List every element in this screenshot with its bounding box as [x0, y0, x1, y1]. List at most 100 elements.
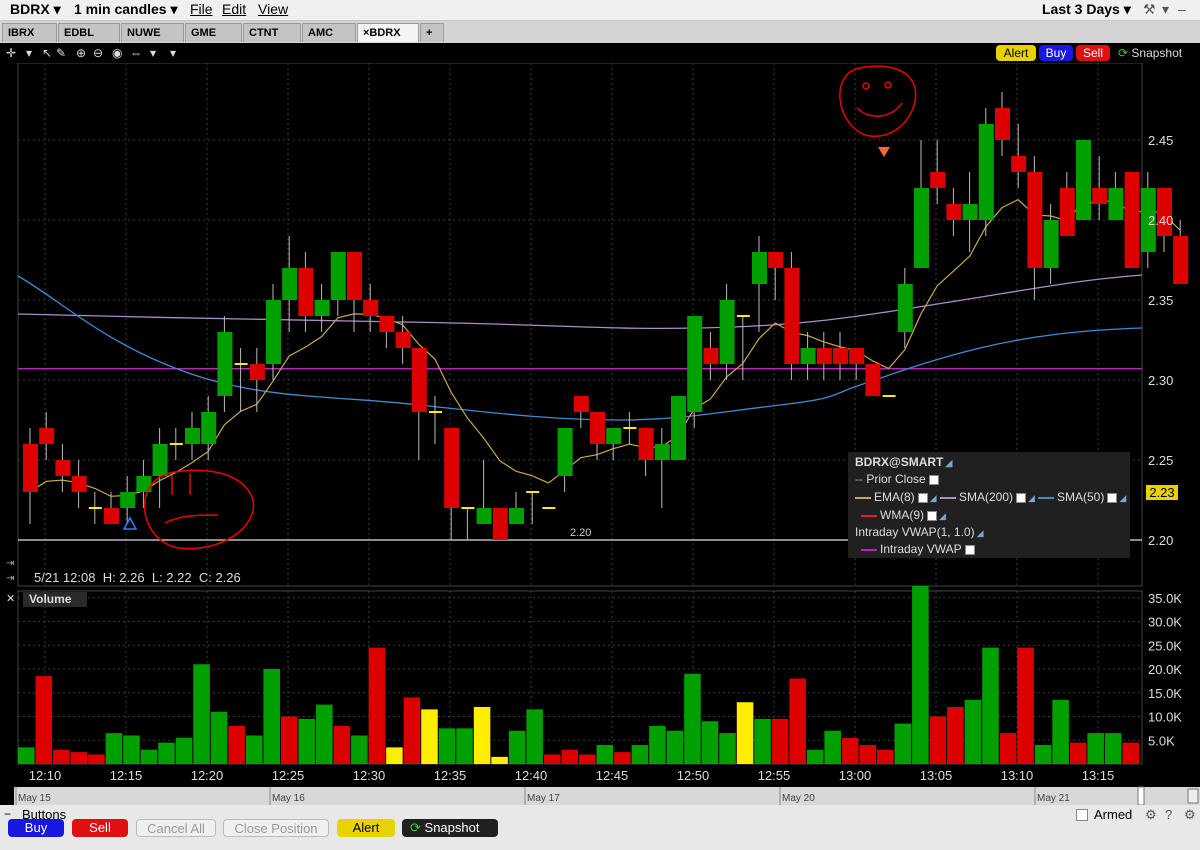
globe-icon[interactable]: ◉ — [112, 46, 122, 60]
pin-icon[interactable]: ⇥ — [6, 573, 14, 584]
close-icon[interactable]: ✕ — [6, 592, 15, 605]
menu-view[interactable]: View — [258, 1, 288, 17]
candle-body — [347, 252, 362, 300]
volume-bar — [123, 735, 140, 764]
volume-bar — [824, 730, 841, 764]
x-tick-label: 13:10 — [1001, 768, 1034, 783]
candle-body — [23, 444, 38, 492]
candle-body — [978, 124, 994, 220]
candle-body — [444, 428, 460, 508]
chevron-down-icon[interactable]: ▾ — [1162, 1, 1169, 18]
tab-edbl[interactable]: EDBL — [58, 23, 120, 42]
refresh-icon: ⟳ — [410, 820, 421, 835]
candle-body — [1173, 236, 1189, 284]
crosshair-icon[interactable]: ✛ — [6, 46, 16, 60]
bottom-alert-button[interactable]: Alert — [337, 819, 395, 837]
pin-icon[interactable]: ◢ — [945, 458, 952, 468]
settings-icon[interactable]: ⚙ — [1145, 807, 1157, 823]
candle-body — [800, 348, 816, 364]
armed-checkbox[interactable] — [1076, 809, 1088, 821]
tab-nuwe[interactable]: NUWE — [121, 23, 184, 42]
buy-button[interactable]: Buy — [1039, 45, 1073, 61]
candle-body — [719, 300, 735, 364]
tab-gme[interactable]: GME — [185, 23, 242, 42]
volume-bar — [245, 735, 263, 764]
pin-icon[interactable]: ⇥ — [6, 558, 14, 569]
volume-bar — [70, 752, 88, 764]
range-selector[interactable]: Last 3 Days ▾ — [1042, 1, 1131, 18]
candle-body — [995, 108, 1010, 140]
candle-body — [1092, 188, 1108, 204]
snapshot-button[interactable]: ⟳ Snapshot — [1118, 45, 1198, 61]
sell-arrow-marker — [878, 147, 890, 157]
pencil-icon[interactable]: ✎ — [56, 46, 66, 60]
checkbox[interactable] — [928, 474, 939, 485]
legend-sma50: SMA(50) ◢ — [1038, 490, 1126, 504]
zoom-in-icon[interactable]: ⊕ — [76, 46, 86, 60]
volume-bar — [508, 730, 526, 764]
bottom-buy-button[interactable]: Buy — [8, 819, 64, 837]
volume-bar — [999, 733, 1017, 764]
pin-icon[interactable]: ◢ — [977, 528, 984, 538]
candle-body — [71, 476, 87, 492]
gear-icon[interactable]: ⚙ — [1184, 807, 1196, 823]
legend-vwap-group-label: Intraday VWAP(1, 1.0) — [855, 525, 975, 539]
checkbox[interactable] — [1107, 492, 1118, 503]
candle-doji — [429, 411, 442, 413]
alert-button[interactable]: Alert — [996, 45, 1036, 61]
menu-file[interactable]: File — [190, 1, 213, 17]
interval-selector[interactable]: 1 min candles ▾ — [74, 1, 178, 18]
fit-width-icon[interactable]: ⇔ — [130, 46, 142, 60]
tab-ctnt[interactable]: CTNT — [243, 23, 301, 42]
vwap-swatch — [861, 548, 877, 551]
pin-icon[interactable]: ◢ — [939, 511, 946, 521]
chevron-down-icon[interactable]: ▾ — [26, 46, 32, 60]
volume-bar — [105, 733, 123, 764]
chevron-down-icon[interactable]: ▾ — [170, 46, 176, 60]
zoom-out-icon[interactable]: ⊖ — [93, 46, 103, 60]
volume-bar — [666, 730, 684, 764]
price-chart[interactable]: 2.20 12:10 12:15 12:20 12:25 12:30 12:35 12:40… — [0, 63, 1200, 805]
menu-edit[interactable]: Edit — [222, 1, 246, 17]
y-tick-label: 2.25 — [1148, 453, 1173, 468]
volume-bar — [368, 647, 386, 764]
pin-icon[interactable]: ◢ — [1119, 493, 1126, 503]
x-tick-label: 13:15 — [1082, 768, 1115, 783]
candle-doji — [526, 491, 540, 493]
candle-body — [654, 444, 670, 460]
candle-body — [1027, 172, 1043, 268]
volume-bar — [1017, 647, 1034, 764]
bottom-sell-button[interactable]: Sell — [72, 819, 128, 837]
help-icon[interactable]: ? — [1165, 807, 1172, 822]
tab-bdrx[interactable]: ×BDRX — [357, 23, 419, 42]
checkbox[interactable] — [1016, 492, 1027, 503]
cursor-icon[interactable]: ↖ — [42, 46, 52, 60]
chevron-down-icon: ▾ — [53, 1, 61, 17]
x-tick-label: 12:10 — [29, 768, 62, 783]
candle-body — [217, 332, 233, 396]
volume-bar — [579, 754, 596, 764]
tab-ibrx[interactable]: IBRX — [2, 23, 57, 42]
candle-body — [249, 364, 265, 380]
candle-body — [1076, 140, 1091, 220]
bottom-snapshot-button[interactable]: ⟳ Snapshot — [402, 819, 498, 837]
tab-add[interactable]: + — [420, 23, 444, 42]
checkbox[interactable] — [964, 544, 975, 555]
checkbox[interactable] — [917, 492, 928, 503]
checkbox[interactable] — [927, 510, 937, 521]
wrench-icon[interactable]: ⚒ — [1143, 1, 1156, 18]
tab-amc[interactable]: AMC — [302, 23, 356, 42]
snapshot-label: Snapshot — [1131, 46, 1183, 60]
volume-bar — [1104, 733, 1122, 764]
dash-icon[interactable]: – — [1178, 1, 1186, 17]
candle-body — [833, 348, 848, 364]
volume-bar — [614, 752, 631, 764]
pin-icon[interactable]: ◢ — [1028, 493, 1035, 503]
close-position-button[interactable]: Close Position — [223, 819, 329, 837]
chevron-down-icon[interactable]: ▾ — [150, 46, 156, 60]
symbol-selector[interactable]: BDRX ▾ — [10, 1, 61, 18]
pin-icon[interactable]: ◢ — [930, 493, 937, 503]
sell-button[interactable]: Sell — [1076, 45, 1110, 61]
candle-body — [266, 300, 281, 364]
cancel-all-button[interactable]: Cancel All — [136, 819, 216, 837]
